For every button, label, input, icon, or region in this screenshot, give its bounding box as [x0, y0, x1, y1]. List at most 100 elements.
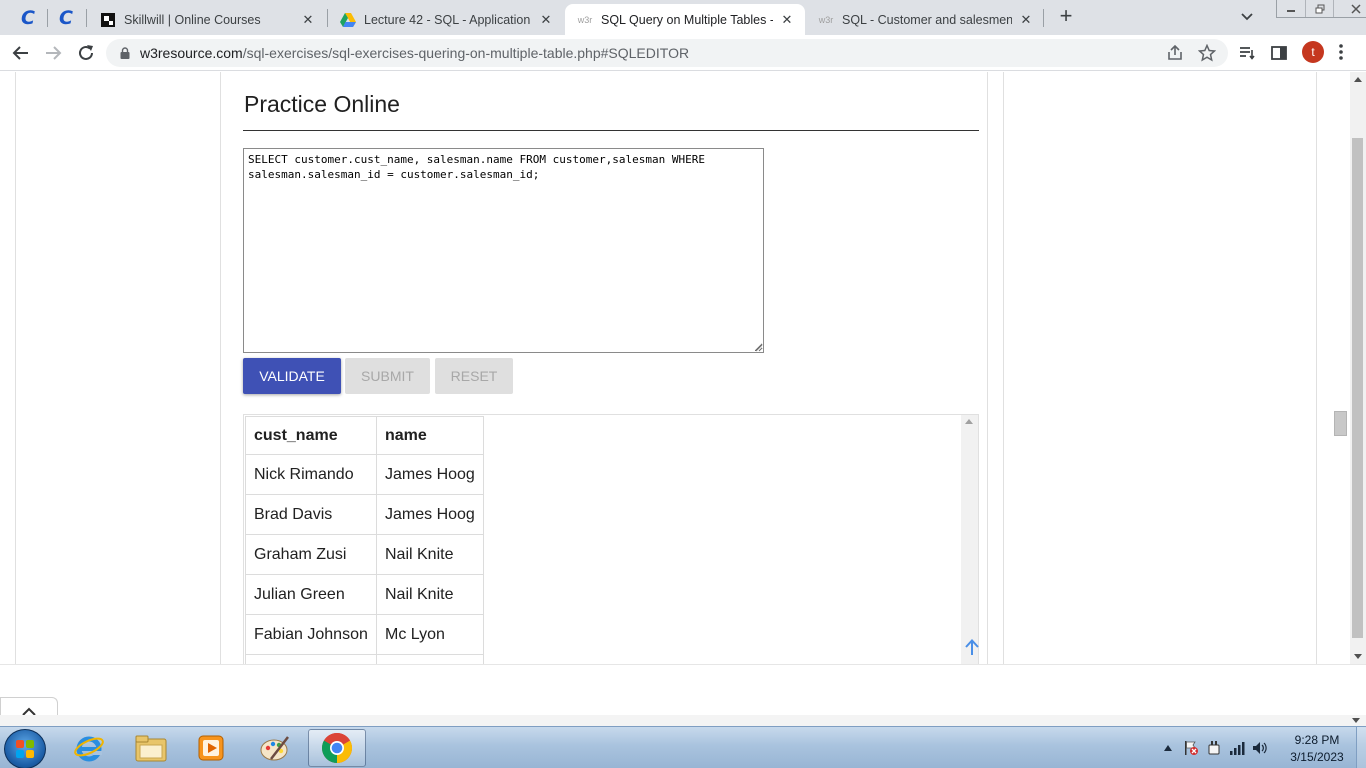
- tab-title: Lecture 42 - SQL - Application of: [364, 12, 532, 27]
- close-tab-icon[interactable]: ✕: [300, 12, 316, 28]
- scrollbar-thumb[interactable]: [1352, 138, 1363, 638]
- window-controls: [1276, 0, 1366, 18]
- show-desktop-button[interactable]: [1356, 727, 1366, 768]
- table-row: Nick Rimando James Hoog: [245, 454, 484, 495]
- taskbar-paint[interactable]: [246, 729, 304, 767]
- bottom-scrollbar[interactable]: [0, 715, 1366, 726]
- browser-tab-strip: C C Skillwill | Online Courses ✕ Lecture…: [0, 0, 1366, 35]
- reading-list-icon[interactable]: [1236, 42, 1258, 64]
- submit-button[interactable]: SUBMIT: [345, 358, 430, 394]
- divider: [243, 130, 979, 131]
- show-hidden-icons-icon[interactable]: [1160, 740, 1176, 756]
- pinned-tab-1[interactable]: C: [10, 4, 46, 31]
- tab-title: SQL - Customer and salesmen wh: [842, 12, 1012, 27]
- table-row: Graham Zusi Nail Knite: [245, 534, 484, 575]
- close-tab-icon[interactable]: ✕: [779, 12, 795, 28]
- tab-title: SQL Query on Multiple Tables - E: [601, 12, 773, 27]
- forward-arrow-icon[interactable]: [42, 42, 64, 64]
- restore-icon[interactable]: [1305, 0, 1333, 17]
- back-arrow-icon[interactable]: [10, 42, 32, 64]
- result-frame-scrollbar[interactable]: [961, 415, 978, 664]
- clock-date: 3/15/2023: [1290, 750, 1344, 764]
- lock-icon[interactable]: [120, 47, 130, 59]
- windows-taskbar: 9:28 PM 3/15/2023: [0, 726, 1366, 768]
- table-row: Fabian Johnson Mc Lyon: [245, 614, 484, 655]
- page-scrollbar[interactable]: [1350, 72, 1366, 664]
- column-header: name: [376, 416, 484, 455]
- scroll-down-arrow-icon[interactable]: [1352, 718, 1360, 723]
- table-row: [245, 654, 484, 664]
- table-header-row: cust_name name: [245, 416, 484, 455]
- scroll-up-arrow-icon[interactable]: [965, 419, 973, 424]
- action-center-flag-icon[interactable]: [1183, 740, 1199, 756]
- table-cell: [245, 654, 377, 664]
- minimize-icon[interactable]: [1277, 0, 1305, 17]
- volume-speaker-icon[interactable]: [1252, 740, 1268, 756]
- coursera-c-icon: C: [21, 6, 35, 29]
- table-row: Julian Green Nail Knite: [245, 574, 484, 615]
- windows-logo-icon: [16, 740, 34, 758]
- pinned-tab-2[interactable]: C: [48, 4, 84, 31]
- tab-sql-query-multiple-tables[interactable]: w3r SQL Query on Multiple Tables - E ✕: [565, 4, 805, 35]
- reload-icon[interactable]: [75, 42, 97, 64]
- network-signal-icon[interactable]: [1229, 740, 1245, 756]
- system-tray: [1160, 727, 1268, 768]
- column-header: cust_name: [245, 416, 377, 455]
- url-text: w3resource.com/sql-exercises/sql-exercis…: [140, 45, 690, 61]
- start-button[interactable]: [4, 729, 46, 768]
- table-cell: [376, 654, 484, 664]
- table-cell: Brad Davis: [245, 494, 377, 535]
- tab-search-chevron-icon[interactable]: [1238, 8, 1256, 26]
- scroll-up-arrow-icon[interactable]: [1354, 77, 1362, 82]
- table-cell: Fabian Johnson: [245, 614, 377, 655]
- sql-editor-textarea[interactable]: SELECT customer.cust_name, salesman.name…: [243, 148, 764, 353]
- window-close-icon[interactable]: [1333, 0, 1366, 17]
- close-tab-icon[interactable]: ✕: [538, 12, 554, 28]
- table-cell: James Hoog: [376, 494, 484, 535]
- taskbar-clock[interactable]: 9:28 PM 3/15/2023: [1284, 732, 1350, 766]
- taskbar-internet-explorer[interactable]: [60, 729, 118, 767]
- profile-avatar[interactable]: t: [1302, 41, 1324, 63]
- back-to-top-arrow-icon[interactable]: [963, 638, 981, 656]
- address-bar[interactable]: w3resource.com/sql-exercises/sql-exercis…: [106, 39, 1228, 67]
- page-title: Practice Online: [244, 91, 400, 117]
- bookmark-star-icon[interactable]: [1198, 44, 1216, 62]
- scroll-down-arrow-icon[interactable]: [1354, 654, 1362, 659]
- share-icon[interactable]: [1166, 44, 1184, 62]
- media-player-icon: [198, 735, 224, 761]
- table-row: Brad Davis James Hoog: [245, 494, 484, 535]
- textarea-resize-handle-icon[interactable]: [754, 343, 763, 352]
- google-drive-icon: [340, 12, 356, 28]
- table-cell: Julian Green: [245, 574, 377, 615]
- tab-title: Skillwill | Online Courses: [124, 12, 261, 27]
- table-cell: Mc Lyon: [376, 614, 484, 655]
- more-menu-icon[interactable]: [1338, 43, 1344, 61]
- inner-scrollbar-thumb[interactable]: [1334, 411, 1347, 436]
- folder-icon: [135, 735, 167, 762]
- taskbar-file-explorer[interactable]: [122, 729, 180, 767]
- table-cell: Graham Zusi: [245, 534, 377, 575]
- coursera-c-icon: C: [59, 6, 73, 29]
- w3resource-icon: w3r: [577, 14, 593, 25]
- skillwill-icon: [100, 12, 116, 28]
- query-result-frame[interactable]: cust_name name Nick Rimando James Hoog B…: [243, 414, 979, 664]
- chrome-icon: [321, 732, 353, 763]
- w3resource-icon: w3r: [818, 14, 834, 25]
- reset-button[interactable]: RESET: [435, 358, 513, 394]
- side-panel-icon[interactable]: [1268, 42, 1290, 64]
- taskbar-google-chrome[interactable]: [308, 729, 366, 767]
- tab-lecture-42[interactable]: Lecture 42 - SQL - Application of ✕: [328, 4, 564, 35]
- tab-sql-customer-salesmen[interactable]: w3r SQL - Customer and salesmen wh ✕: [806, 4, 1044, 35]
- tab-skillwill[interactable]: Skillwill | Online Courses ✕: [88, 4, 326, 35]
- validate-button[interactable]: VALIDATE: [243, 358, 341, 394]
- paint-palette-icon: [260, 736, 289, 761]
- new-tab-button[interactable]: +: [1054, 5, 1078, 29]
- table-cell: James Hoog: [376, 454, 484, 495]
- clock-time: 9:28 PM: [1294, 733, 1340, 747]
- close-tab-icon[interactable]: ✕: [1018, 12, 1034, 28]
- result-table: cust_name name Nick Rimando James Hoog B…: [245, 416, 484, 664]
- power-plug-icon[interactable]: [1206, 740, 1222, 756]
- table-cell: Nail Knite: [376, 574, 484, 615]
- taskbar-media-player[interactable]: [182, 729, 240, 767]
- table-cell: Nail Knite: [376, 534, 484, 575]
